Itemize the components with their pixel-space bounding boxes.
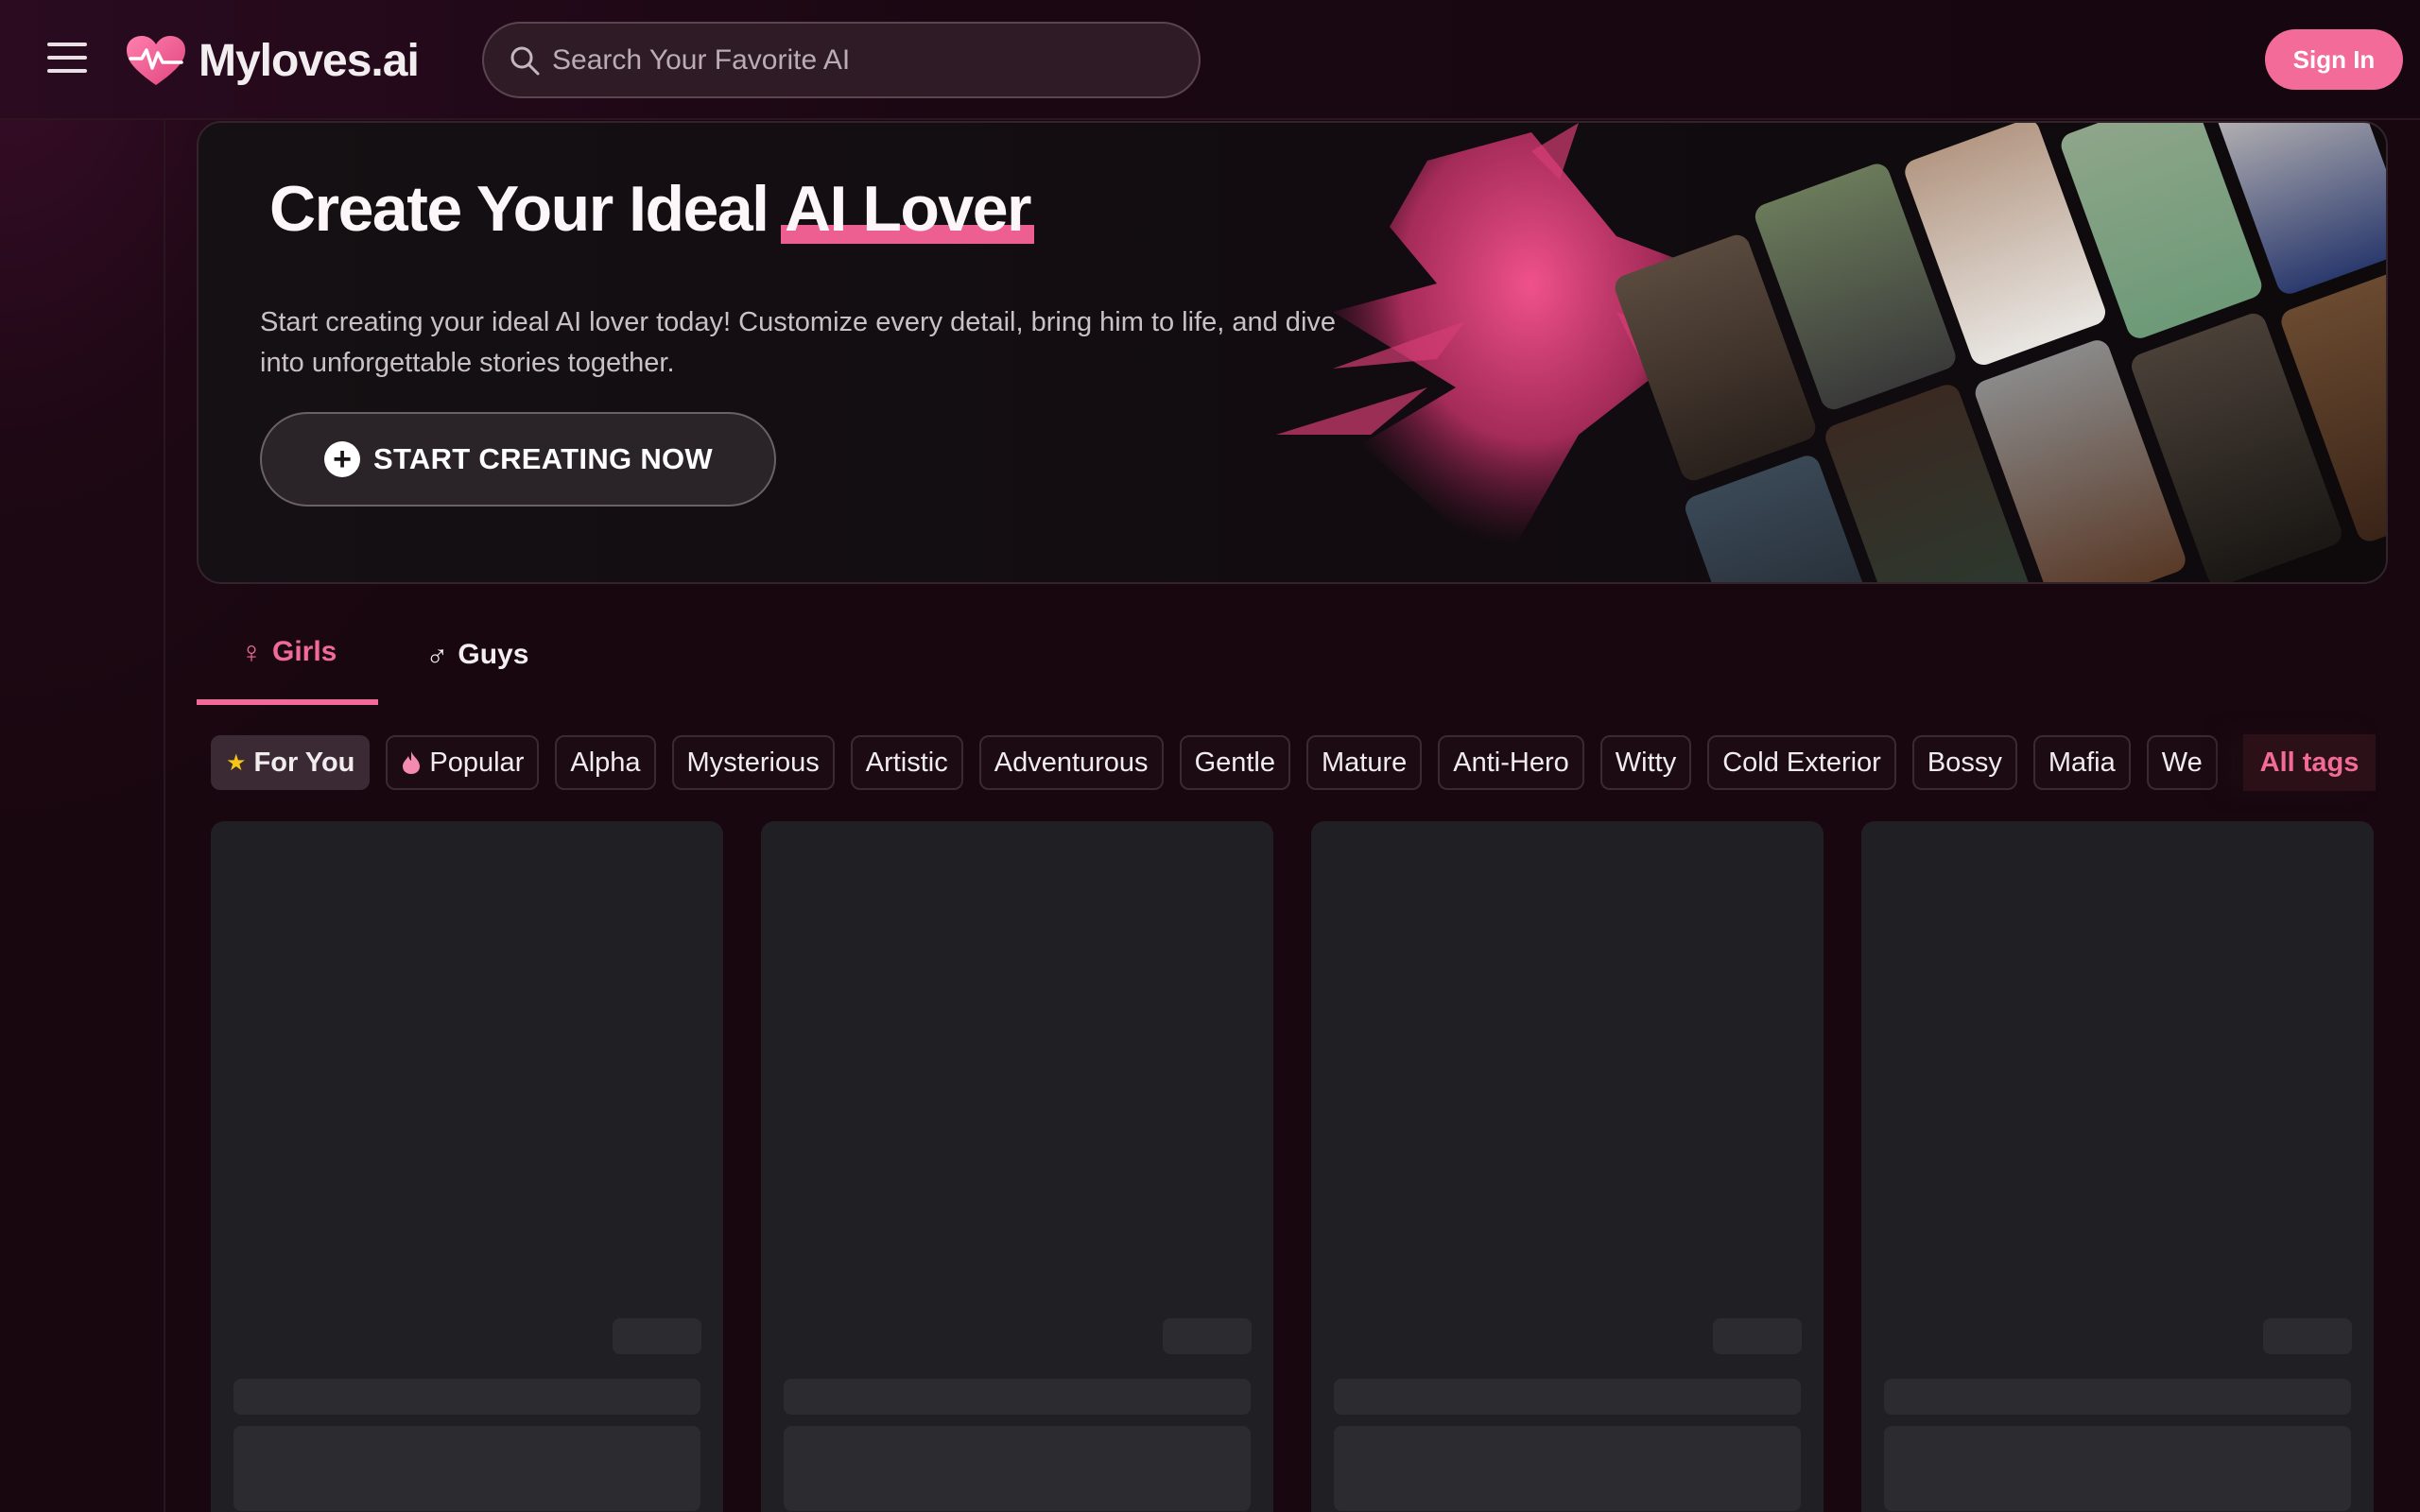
tag-label: Mafia [2048, 747, 2116, 778]
skeleton-badge [2263, 1318, 2352, 1354]
tag-label: Bossy [1927, 747, 2002, 778]
female-symbol-icon: ♀ [240, 634, 263, 669]
tag-label: Gentle [1194, 747, 1276, 778]
skeleton-title [784, 1379, 1251, 1415]
tag-mafia[interactable]: Mafia [2032, 735, 2131, 790]
sign-in-button[interactable]: Sign In [2265, 29, 2403, 90]
skeleton-badge [1163, 1318, 1252, 1354]
start-creating-button[interactable]: + START CREATING NOW [260, 412, 776, 507]
skeleton-badge [1713, 1318, 1802, 1354]
tag-bossy[interactable]: Bossy [1911, 735, 2017, 790]
skeleton-description [1334, 1426, 1801, 1511]
tag-mature[interactable]: Mature [1306, 735, 1423, 790]
tag-alpha[interactable]: Alpha [555, 735, 656, 790]
hero-title-highlight: AI Lover [780, 173, 1035, 245]
hero-description: Start creating your ideal AI lover today… [260, 307, 1337, 378]
tag-for-you[interactable]: ★ For You [211, 735, 371, 790]
flame-icon [403, 751, 421, 774]
search-icon [510, 46, 540, 75]
tag-mysterious[interactable]: Mysterious [671, 735, 835, 790]
skeleton-description [784, 1426, 1251, 1511]
page: Myloves.ai Sign In [0, 0, 2420, 1512]
character-card-skeleton[interactable] [761, 821, 1273, 1512]
character-card-skeleton[interactable] [1311, 821, 1824, 1512]
tag-gentle[interactable]: Gentle [1179, 735, 1291, 790]
tab-girls-label: Girls [272, 636, 337, 667]
skeleton-badge [613, 1318, 701, 1354]
tag-label: Cold Exterior [1722, 747, 1881, 778]
skeleton-title [1334, 1379, 1801, 1415]
skeleton-description [1884, 1426, 2351, 1511]
hero-title-plain: Create Your Ideal [269, 173, 769, 245]
male-symbol-icon: ♂ [425, 637, 449, 672]
search-bar[interactable] [482, 22, 1201, 98]
skeleton-title [233, 1379, 700, 1415]
character-card-skeleton[interactable] [211, 821, 723, 1512]
tag-label: We [2161, 747, 2203, 778]
logo-text: Myloves.ai [199, 35, 420, 86]
tab-guys-label: Guys [458, 639, 529, 670]
tab-girls[interactable]: ♀ Girls [197, 605, 379, 705]
collage-tiles [1615, 123, 2386, 582]
hero-banner: Create Your Ideal AI Lover Start creatin… [197, 121, 2388, 584]
tag-label: For You [253, 747, 355, 778]
top-navigation-bar: Myloves.ai Sign In [0, 0, 2420, 120]
tab-guys[interactable]: ♂ Guys [378, 605, 576, 705]
heart-pulse-icon [127, 36, 185, 85]
tag-artistic[interactable]: Artistic [850, 735, 963, 790]
tag-label: Mysterious [686, 747, 820, 778]
tag-label: Anti-Hero [1453, 747, 1569, 778]
tag-popular[interactable]: Popular [386, 735, 540, 790]
start-creating-label: START CREATING NOW [373, 442, 713, 475]
skeleton-description [233, 1426, 700, 1511]
all-tags-button[interactable]: All tags [2243, 734, 2376, 791]
skeleton-title [1884, 1379, 2351, 1415]
tag-cold-exterior[interactable]: Cold Exterior [1707, 735, 1896, 790]
character-photo-collage [1522, 123, 2386, 582]
tag-witty[interactable]: Witty [1599, 735, 1692, 790]
plus-circle-icon: + [324, 441, 360, 477]
tag-label: Adventurous [994, 747, 1149, 778]
hamburger-menu-icon[interactable] [47, 43, 87, 77]
tag-filter-bar: ★ For You Popular Alpha Mysterious Artis… [211, 734, 2376, 791]
tag-truncated[interactable]: We [2146, 735, 2218, 790]
search-input[interactable] [552, 43, 1167, 77]
character-card-skeleton[interactable] [1861, 821, 2374, 1512]
tag-anti-hero[interactable]: Anti-Hero [1438, 735, 1584, 790]
star-badge-icon: ★ [226, 749, 247, 776]
logo[interactable]: Myloves.ai [125, 32, 420, 89]
tag-label: Mature [1322, 747, 1408, 778]
tag-label: Popular [429, 747, 525, 778]
tag-adventurous[interactable]: Adventurous [978, 735, 1164, 790]
gender-tabs: ♀ Girls ♂ Guys [197, 605, 576, 705]
tag-label: Artistic [865, 747, 948, 778]
tag-label: Witty [1615, 747, 1677, 778]
tag-label: Alpha [570, 747, 641, 778]
sidebar [0, 120, 165, 1512]
hero-title: Create Your Ideal AI Lover [269, 172, 1035, 246]
